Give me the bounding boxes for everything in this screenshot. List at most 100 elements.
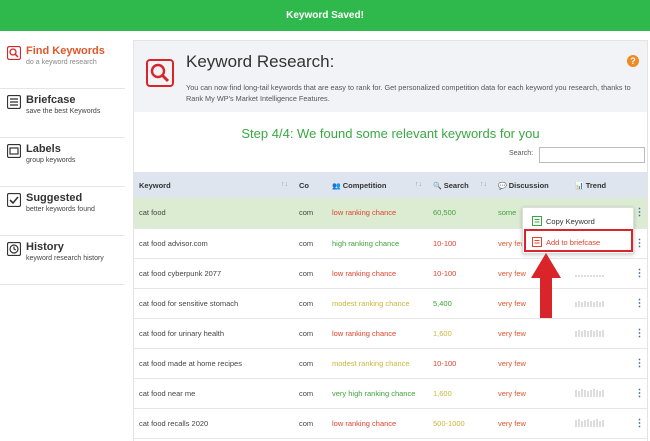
column-header-search[interactable]: 🔍 Search ↑↓ (428, 172, 493, 198)
trend-cell (570, 378, 632, 409)
table-row[interactable]: cat food made at home recipes com modest… (134, 348, 647, 379)
column-header-actions (632, 172, 647, 198)
column-header-country[interactable]: Co (294, 172, 327, 198)
page-header: Keyword Research: You can now find long-… (134, 41, 647, 112)
check-box-icon (7, 193, 21, 207)
keyword-cell: cat food made at home recipes (134, 348, 294, 379)
search-volume-cell: 500-1000 (428, 408, 493, 439)
keyword-cell: cat food advisor.com (134, 228, 294, 259)
search-input[interactable] (539, 147, 645, 163)
menu-item-label: Copy Keyword (546, 216, 595, 226)
sidebar-item-history[interactable]: History keyword research history (0, 236, 125, 285)
up-arrow-icon (531, 253, 561, 318)
sidebar-item-subtitle: keyword research history (26, 255, 104, 262)
competition-cell: low ranking chance (327, 318, 428, 349)
help-icon[interactable]: ? (627, 55, 639, 67)
sidebar-item-find-keywords[interactable]: Find Keywords do a keyword research (0, 40, 125, 89)
column-header-label: Trend (585, 180, 607, 190)
competition-cell: high ranking chance (327, 228, 428, 259)
sidebar-item-title: Suggested (26, 192, 83, 204)
search-volume-cell: 10-100 (428, 348, 493, 379)
keyword-cell: cat food for sensitive stomach (134, 288, 294, 319)
column-header-trend[interactable]: 📊 Trend (570, 172, 632, 198)
row-menu-icon[interactable]: ⋮ (632, 348, 647, 379)
sort-icon: ↑↓ (415, 181, 422, 188)
copy-keyword-menu-item[interactable]: Copy Keyword (523, 211, 635, 231)
sidebar-item-subtitle: better keywords found (26, 206, 95, 213)
country-cell: com (294, 378, 327, 409)
keyword-cell: cat food recalls 2020 (134, 408, 294, 439)
column-header-discussion[interactable]: 💬 Discussion (493, 172, 570, 198)
table-row[interactable]: cat food cyberpunk 2077 com low ranking … (134, 258, 647, 289)
sidebar-item-subtitle: save the best Keywords (26, 108, 101, 115)
discussion-cell: very few (493, 348, 570, 379)
sidebar-item-title: Find Keywords (26, 45, 105, 57)
table-row[interactable]: cat food for sensitive stomach com modes… (134, 288, 647, 319)
sidebar-item-title: History (26, 241, 64, 253)
country-cell: com (294, 348, 327, 379)
competition-cell: very high ranking chance (327, 378, 428, 409)
trend-sparkline (575, 419, 604, 427)
table-row[interactable]: cat food recalls 2020 com low ranking ch… (134, 408, 647, 439)
notification-banner: Keyword Saved! (0, 0, 650, 31)
keyword-cell: cat food (134, 198, 294, 229)
trend-sparkline (575, 389, 604, 397)
competition-cell: low ranking chance (327, 258, 428, 289)
search-volume-cell: 10-100 (428, 258, 493, 289)
row-menu-icon[interactable]: ⋮ (632, 378, 647, 409)
search-keywords-icon (7, 46, 21, 60)
column-header-label: Keyword (139, 180, 171, 190)
trend-sparkline (575, 301, 604, 307)
row-menu-icon[interactable]: ⋮ (632, 258, 647, 289)
column-header-label: Competition (342, 180, 387, 190)
sidebar-item-labels[interactable]: Labels group keywords (0, 138, 125, 187)
sidebar-item-subtitle: group keywords (26, 157, 76, 164)
competition-cell: modest ranking chance (327, 288, 428, 319)
sort-icon: ↑↓ (281, 181, 288, 188)
search-volume-cell: 5,400 (428, 288, 493, 319)
country-cell: com (294, 408, 327, 439)
bar-chart-icon: 📊 (575, 182, 584, 190)
banner-text: Keyword Saved! (286, 10, 364, 21)
labels-icon (7, 144, 21, 158)
comments-icon: 💬 (498, 182, 507, 190)
sidebar: Find Keywords do a keyword research Brie… (0, 40, 125, 285)
country-cell: com (294, 318, 327, 349)
sidebar-item-suggested[interactable]: Suggested better keywords found (0, 187, 125, 236)
trend-cell (570, 408, 632, 439)
column-header-label: Search (443, 180, 469, 190)
trend-cell (570, 288, 632, 319)
table-row[interactable]: cat food for urinary health com low rank… (134, 318, 647, 349)
step-heading: Step 4/4: We found some relevant keyword… (241, 126, 540, 141)
sidebar-item-subtitle: do a keyword research (26, 59, 97, 66)
column-header-competition[interactable]: 👥 Competition ↑↓ (327, 172, 428, 198)
search-volume-cell: 1,600 (428, 378, 493, 409)
trend-cell (570, 258, 632, 289)
discussion-cell: very few (493, 408, 570, 439)
keyword-cell: cat food for urinary health (134, 318, 294, 349)
table-row[interactable]: cat food near me com very high ranking c… (134, 378, 647, 409)
trend-cell (570, 318, 632, 349)
highlight-box (524, 229, 633, 252)
clock-icon (7, 242, 21, 256)
country-cell: com (294, 228, 327, 259)
keyword-research-icon (146, 59, 174, 87)
competition-cell: low ranking chance (327, 198, 428, 229)
users-icon: 👥 (332, 182, 341, 190)
keyword-cell: cat food cyberpunk 2077 (134, 258, 294, 289)
search-volume-cell: 60,500 (428, 198, 493, 229)
trend-sparkline (575, 330, 604, 337)
discussion-cell: very few (493, 318, 570, 349)
row-menu-icon[interactable]: ⋮ (632, 408, 647, 439)
search-volume-cell: 1,600 (428, 318, 493, 349)
keyword-cell: cat food near me (134, 378, 294, 409)
sort-icon: ↑↓ (480, 181, 487, 188)
search-volume-cell: 10-100 (428, 228, 493, 259)
country-cell: com (294, 288, 327, 319)
country-cell: com (294, 198, 327, 229)
row-menu-icon[interactable]: ⋮ (632, 288, 647, 319)
sidebar-item-briefcase[interactable]: Briefcase save the best Keywords (0, 89, 125, 138)
row-menu-icon[interactable]: ⋮ (632, 318, 647, 349)
discussion-cell: very few (493, 378, 570, 409)
column-header-keyword[interactable]: Keyword ↑↓ (134, 172, 294, 198)
